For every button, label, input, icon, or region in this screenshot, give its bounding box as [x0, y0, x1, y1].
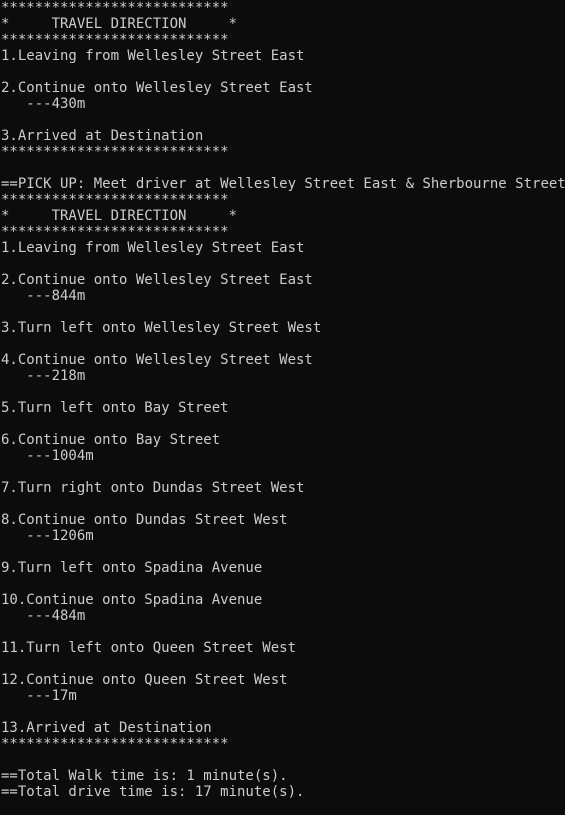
distance-line: ---1206m	[1, 528, 94, 544]
travel-direction-header: * TRAVEL DIRECTION *	[1, 208, 238, 224]
separator-line: ***************************	[1, 736, 229, 752]
distance-line: ---17m	[1, 688, 77, 704]
direction-step: 7.Turn right onto Dundas Street West	[1, 480, 305, 496]
distance-line: ---430m	[1, 96, 86, 112]
distance-line: ---218m	[1, 368, 86, 384]
direction-step: 3.Turn left onto Wellesley Street West	[1, 320, 322, 336]
direction-step: 5.Turn left onto Bay Street	[1, 400, 229, 416]
console-window[interactable]: *************************** * TRAVEL DIRE…	[0, 0, 565, 815]
console-output: *************************** * TRAVEL DIRE…	[1, 0, 565, 800]
travel-direction-header: * TRAVEL DIRECTION *	[1, 16, 238, 32]
direction-step: 13.Arrived at Destination	[1, 720, 212, 736]
direction-step: 3.Arrived at Destination	[1, 128, 204, 144]
distance-line: ---484m	[1, 608, 86, 624]
separator-line: ***************************	[1, 144, 229, 160]
direction-step: 4.Continue onto Wellesley Street West	[1, 352, 313, 368]
distance-line: ---844m	[1, 288, 86, 304]
direction-step: 6.Continue onto Bay Street	[1, 432, 221, 448]
direction-step: 9.Turn left onto Spadina Avenue	[1, 560, 263, 576]
pickup-message: ==PICK UP: Meet driver at Wellesley Stre…	[1, 176, 565, 192]
separator-line: ***************************	[1, 32, 229, 48]
direction-step: 1.Leaving from Wellesley Street East	[1, 48, 305, 64]
direction-step: 10.Continue onto Spadina Avenue	[1, 592, 263, 608]
total-time-line: ==Total drive time is: 17 minute(s).	[1, 784, 305, 800]
direction-step: 1.Leaving from Wellesley Street East	[1, 240, 305, 256]
total-time-line: ==Total Walk time is: 1 minute(s).	[1, 768, 288, 784]
direction-step: 8.Continue onto Dundas Street West	[1, 512, 288, 528]
direction-step: 11.Turn left onto Queen Street West	[1, 640, 297, 656]
separator-line: ***************************	[1, 192, 229, 208]
direction-step: 2.Continue onto Wellesley Street East	[1, 80, 313, 96]
separator-line: ***************************	[1, 224, 229, 240]
separator-line: ***************************	[1, 0, 229, 16]
direction-step: 12.Continue onto Queen Street West	[1, 672, 288, 688]
distance-line: ---1004m	[1, 448, 94, 464]
direction-step: 2.Continue onto Wellesley Street East	[1, 272, 313, 288]
